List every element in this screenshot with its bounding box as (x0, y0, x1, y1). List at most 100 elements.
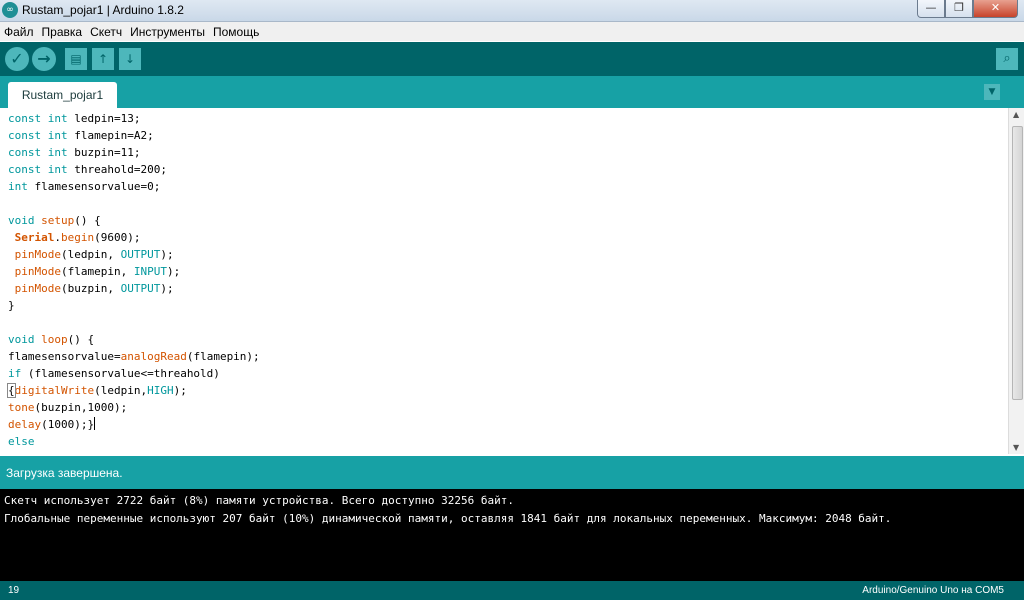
code-token: (flamepin); (186, 350, 260, 363)
status-bar: Загрузка завершена. (0, 456, 1024, 489)
code-token: (buzpin,1000); (34, 401, 128, 414)
code-line[interactable]: {digitalWrite(ledpin,HIGH); (7, 382, 260, 399)
code-line[interactable]: const int ledpin=13; (8, 110, 260, 127)
code-line[interactable]: pinMode(ledpin, OUTPUT); (8, 246, 260, 263)
code-token: loop (41, 333, 68, 346)
code-token: pinMode (14, 282, 61, 295)
code-line[interactable]: const int buzpin=11; (8, 144, 260, 161)
code-line[interactable] (8, 314, 260, 331)
window-controls: — ❐ ✕ (917, 0, 1018, 18)
code-line[interactable]: flamesensorvalue=analogRead(flamepin); (8, 348, 260, 365)
code-token: OUTPUT (120, 282, 161, 295)
code-line[interactable]: pinMode(flamepin, INPUT); (8, 263, 260, 280)
code-text[interactable]: const int ledpin=13; const int flamepin=A… (7, 110, 260, 450)
code-token: tone (8, 401, 35, 414)
verify-button[interactable]: ✓ (5, 47, 29, 71)
code-line[interactable]: void loop() { (8, 331, 260, 348)
serial-monitor-button[interactable]: ⌕ (996, 48, 1018, 70)
code-token: () { (74, 214, 101, 227)
code-token: void (8, 333, 35, 346)
upload-button[interactable]: → (32, 47, 56, 71)
menu-sketch[interactable]: Скетч (86, 25, 126, 39)
code-token: const (8, 112, 42, 125)
menu-file[interactable]: Файл (0, 25, 38, 39)
code-token: } (8, 299, 15, 312)
close-button[interactable]: ✕ (973, 0, 1018, 18)
open-sketch-button[interactable]: ↑ (92, 48, 114, 70)
console-line: Глобальные переменные используют 207 бай… (4, 512, 892, 525)
code-token: ); (160, 282, 174, 295)
code-token: () { (67, 333, 95, 346)
tab-menu-button[interactable]: ▼ (984, 84, 1000, 100)
code-token: const (8, 163, 42, 176)
menu-bar: Файл Правка Скетч Инструменты Помощь (0, 22, 1024, 41)
code-token: (flamesensorvalue<=threahold) (21, 367, 220, 380)
code-token: int (8, 180, 28, 193)
code-line[interactable]: pinMode(buzpin, OUTPUT); (8, 280, 260, 297)
board-port-info: Arduino/Genuino Uno на COM5 (862, 585, 1004, 596)
checkmark-icon: ✓ (10, 49, 24, 68)
code-token: begin (61, 231, 95, 244)
tabs-bar: Rustam_pojar1 ▼ (0, 76, 1024, 108)
code-token: flamesensorvalue=0; (27, 180, 161, 193)
toolbar: ✓ → ▤ ↑ ↓ ⌕ (0, 42, 1024, 76)
code-line[interactable]: tone(buzpin,1000); (8, 399, 260, 416)
text-cursor (94, 417, 96, 430)
title-bar: ∞ Rustam_pojar1 | Arduino 1.8.2 — ❐ ✕ (0, 0, 1024, 22)
code-token: setup (41, 214, 75, 227)
console-output: Скетч использует 2722 байт (8%) памяти у… (0, 489, 1024, 581)
code-line[interactable]: Serial.begin(9600); (8, 229, 260, 246)
menu-tools[interactable]: Инструменты (126, 25, 209, 39)
maximize-button[interactable]: ❐ (945, 0, 973, 18)
code-token: int (47, 146, 68, 159)
code-token: if (8, 367, 22, 380)
scroll-down-arrow[interactable]: ▼ (1013, 443, 1019, 452)
code-token: ); (173, 384, 187, 397)
save-sketch-button[interactable]: ↓ (119, 48, 141, 70)
code-token: (ledpin, (60, 248, 121, 261)
code-token: (flamepin, (60, 265, 134, 278)
arrow-right-icon: → (37, 49, 51, 68)
menu-edit[interactable]: Правка (38, 25, 87, 39)
window-title: Rustam_pojar1 | Arduino 1.8.2 (22, 3, 184, 17)
code-token: ); (160, 248, 174, 261)
console-line: Скетч использует 2722 байт (8%) памяти у… (4, 494, 514, 507)
code-token: (ledpin, (94, 384, 148, 397)
code-editor[interactable]: const int ledpin=13; const int flamepin=A… (0, 108, 1008, 454)
code-line[interactable]: else (8, 433, 260, 450)
code-token: OUTPUT (120, 248, 161, 261)
minimize-button[interactable]: — (917, 0, 945, 18)
code-token: ); (166, 265, 181, 278)
code-line[interactable]: } (8, 297, 260, 314)
code-line[interactable] (8, 195, 260, 212)
scrollbar-thumb[interactable] (1012, 126, 1023, 400)
editor-scrollbar[interactable]: ▲ ▼ (1008, 108, 1024, 454)
new-sketch-button[interactable]: ▤ (65, 48, 87, 70)
code-token: (1000);} (41, 418, 95, 431)
code-token: pinMode (14, 248, 61, 261)
code-token: flamesensorvalue= (8, 350, 121, 363)
code-line[interactable]: int flamesensorvalue=0; (8, 178, 260, 195)
tab-rustam-pojar1[interactable]: Rustam_pojar1 (8, 82, 117, 108)
code-token: analogRead (120, 350, 187, 363)
code-token: int (47, 112, 68, 125)
code-line[interactable]: const int threahold=200; (8, 161, 260, 178)
code-line[interactable]: if (flamesensorvalue<=threahold) (8, 365, 260, 382)
code-token: Serial (14, 231, 55, 244)
code-line[interactable]: void setup() { (8, 212, 260, 229)
scroll-up-arrow[interactable]: ▲ (1013, 110, 1019, 119)
code-line[interactable]: delay(1000);} (8, 416, 260, 433)
chevron-down-icon: ▼ (988, 87, 996, 97)
menu-help[interactable]: Помощь (209, 25, 263, 39)
code-token: delay (8, 418, 42, 431)
code-line[interactable]: const int flamepin=A2; (8, 127, 260, 144)
code-token: int (47, 163, 68, 176)
arrow-up-icon: ↑ (97, 52, 109, 66)
status-message: Загрузка завершена. (6, 466, 123, 480)
